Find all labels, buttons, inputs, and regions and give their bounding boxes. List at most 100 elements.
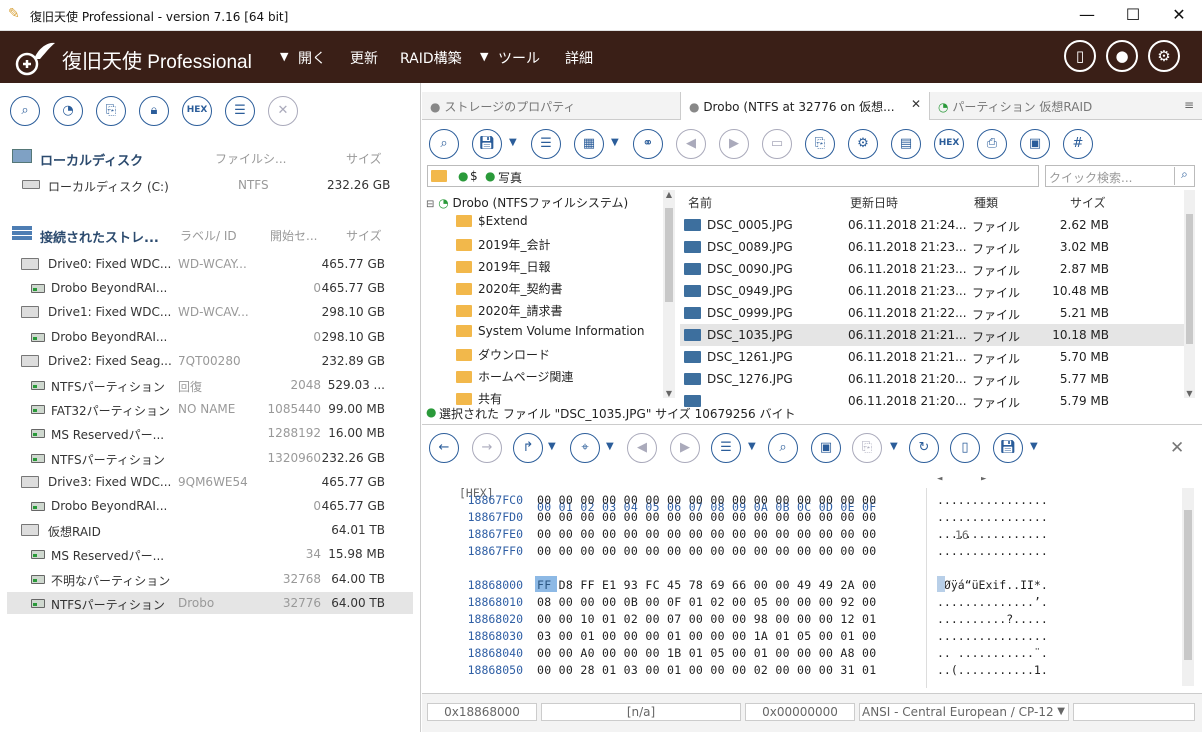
tab-menu-icon[interactable]: ≡ xyxy=(1184,98,1194,112)
column-label[interactable]: ラベル/ ID xyxy=(180,227,237,244)
bookmark-icon[interactable]: ⌖ xyxy=(570,433,600,463)
partition-row[interactable]: 不明なパーティション 32768 64.00 TB xyxy=(7,568,413,590)
bookmark-prev-icon[interactable]: ◀ xyxy=(627,433,657,463)
local-disk-row[interactable]: ローカルディスク (C:) NTFS 232.26 GB xyxy=(0,174,420,196)
column-date[interactable]: 更新日時 xyxy=(850,194,898,211)
drive-row[interactable]: Drive2: Fixed Seag... 7QT00280 232.89 GB xyxy=(7,350,413,372)
menu-raid[interactable]: RAID構築 xyxy=(400,48,462,68)
file-row[interactable]: DSC_0005.JPG 06.11.2018 21:24... ファイル 2.62 … xyxy=(680,214,1185,236)
refresh-icon[interactable]: ↻ xyxy=(909,433,939,463)
column-fs[interactable]: ファイルシ... xyxy=(215,150,286,167)
menu-tools-arrow-icon[interactable]: ▼ xyxy=(480,50,488,63)
chevron-down-icon[interactable]: ▼ xyxy=(1057,704,1065,720)
close-button[interactable]: ✕ xyxy=(1156,0,1202,31)
dropdown-arrow-icon[interactable]: ▼ xyxy=(1030,441,1038,452)
file-row[interactable]: DSC_1261.JPG 06.11.2018 21:21... ファイル 5.70 … xyxy=(680,346,1185,368)
prev-icon[interactable]: ◀ xyxy=(676,129,706,159)
back-icon[interactable]: ← xyxy=(429,433,459,463)
hash-icon[interactable]: # xyxy=(1063,129,1093,159)
tree-folder[interactable]: ホームページ関連 xyxy=(456,368,573,390)
tree-folder[interactable]: System Volume Information xyxy=(456,324,644,346)
tab-storage-properties[interactable]: ● ストレージのプロパティ xyxy=(422,92,680,120)
search-icon[interactable]: ⌕ xyxy=(429,129,459,159)
scroll-thumb[interactable] xyxy=(1186,214,1193,344)
menu-open-arrow-icon[interactable]: ▼ xyxy=(280,50,288,63)
maximize-button[interactable]: ☐ xyxy=(1110,0,1156,31)
quick-search-input[interactable]: クイック検索... ⌕ xyxy=(1045,165,1195,187)
partition-row[interactable]: MS Reservedパー... 1288192 16.00 MB xyxy=(7,422,413,444)
user-icon[interactable]: ● xyxy=(1106,40,1138,72)
copy-icon[interactable]: ⎘ xyxy=(852,433,882,463)
tree-root[interactable]: ⊟ ◔ Drobo (NTFSファイルシステム) xyxy=(426,194,628,216)
print-icon[interactable]: ⎙ xyxy=(977,129,1007,159)
menu-details[interactable]: 詳細 xyxy=(565,48,593,68)
partition-row[interactable]: NTFSパーティション 1320960 232.26 GB xyxy=(7,447,413,469)
panel-toggle-icon[interactable]: ▯ xyxy=(1064,40,1096,72)
save-icon[interactable]: 💾︎ xyxy=(993,433,1023,463)
file-icon[interactable]: ▤ xyxy=(891,129,921,159)
tree-scrollbar[interactable]: ▲ ▼ xyxy=(663,190,675,398)
dropdown-arrow-icon[interactable]: ▼ xyxy=(890,441,898,452)
list-icon[interactable]: ☰ xyxy=(225,96,255,126)
block-icon[interactable]: ▣ xyxy=(811,433,841,463)
goto-icon[interactable]: ↱ xyxy=(513,433,543,463)
value-field[interactable]: 0x00000000 xyxy=(745,703,855,721)
properties-icon[interactable]: ▣ xyxy=(1020,129,1050,159)
partition-row[interactable]: FAT32パーティション NO NAME 1085440 99.00 MB xyxy=(7,398,413,420)
partition-row[interactable]: NTFSパーティション Drobo 32776 64.00 TB xyxy=(7,591,413,614)
extra-field[interactable] xyxy=(1073,703,1195,721)
offset-field[interactable]: 0x18868000 xyxy=(427,703,537,721)
checklist-icon[interactable]: ☰ xyxy=(531,129,561,159)
search-icon[interactable]: ⌕ xyxy=(10,96,40,126)
panel-icon[interactable]: ▯ xyxy=(950,433,980,463)
partition-row[interactable]: Drobo BeyondRAI... 0 465.77 GB xyxy=(7,495,413,517)
save-icon[interactable]: 💾︎ xyxy=(472,129,502,159)
path-bar[interactable]: ● $ ● 写真 xyxy=(427,165,1039,187)
partition-row[interactable]: NTFSパーティション 回復 2048 529.03 ... xyxy=(7,374,413,396)
tab-close-icon[interactable]: ✕ xyxy=(911,97,921,111)
dropdown-arrow-icon[interactable]: ▼ xyxy=(548,441,556,452)
scroll-thumb[interactable] xyxy=(1184,510,1192,660)
export-icon[interactable]: ⎘ xyxy=(805,129,835,159)
collapse-icon[interactable]: ⊟ xyxy=(426,199,434,210)
menu-tools[interactable]: ツール xyxy=(498,48,540,68)
column-name[interactable]: 名前 xyxy=(688,194,712,211)
image-disk-icon[interactable]: ⎘ xyxy=(96,96,126,126)
tab-drobo[interactable]: ● Drobo (NTFS at 32776 on 仮想... ✕ xyxy=(680,92,930,120)
encoding-select[interactable]: ANSI - Central European / CP-12 ▼ xyxy=(859,703,1069,721)
path-root[interactable]: $ xyxy=(470,169,478,183)
partition-row[interactable]: MS Reservedパー... 34 15.98 MB xyxy=(7,543,413,565)
file-row[interactable]: DSC_1035.JPG 06.11.2018 21:21... ファイル 10.18… xyxy=(680,324,1185,346)
hex-scrollbar[interactable] xyxy=(1182,488,1194,686)
file-row[interactable]: DSC_0090.JPG 06.11.2018 21:23... ファイル 2.87 … xyxy=(680,258,1185,280)
page-next-icon[interactable]: ► xyxy=(981,474,986,484)
drive-row[interactable]: Drive0: Fixed WDC... WD-WCAY... 465.77 GB xyxy=(7,253,413,275)
view-dropdown-icon[interactable]: ▼ xyxy=(611,137,619,148)
partition-row[interactable]: Drobo BeyondRAI... 0 298.10 GB xyxy=(7,326,413,348)
column-size[interactable]: サイズ xyxy=(346,227,382,244)
file-row[interactable]: DSC_1276.JPG 06.11.2018 21:20... ファイル 5.77 … xyxy=(680,368,1185,390)
drive-row[interactable]: Drive3: Fixed WDC... 9QM6WE54 465.77 GB xyxy=(7,471,413,493)
drive-row[interactable]: 仮想RAID 64.01 TB xyxy=(7,519,413,541)
bookmark-next-icon[interactable]: ▶ xyxy=(670,433,700,463)
search-icon[interactable]: ⌕ xyxy=(1174,167,1194,185)
path-folder[interactable]: 写真 xyxy=(498,169,522,186)
drive-row[interactable]: Drive1: Fixed WDC... WD-WCAV... 298.10 GB xyxy=(7,301,413,323)
column-start[interactable]: 開始セ... xyxy=(270,227,317,244)
column-kind[interactable]: 種類 xyxy=(974,194,998,211)
hex-icon[interactable]: HEX xyxy=(934,129,964,159)
preview-icon[interactable]: ▭ xyxy=(762,129,792,159)
partition-row[interactable]: Drobo BeyondRAI... 0 465.77 GB xyxy=(7,277,413,299)
tree-folder[interactable]: 2019年_会計 xyxy=(456,236,551,258)
hex-icon[interactable]: HEX xyxy=(182,96,212,126)
scroll-down-icon[interactable]: ▼ xyxy=(663,389,675,398)
tree-folder[interactable]: 2020年_契約書 xyxy=(456,280,563,302)
tree-folder[interactable]: $Extend xyxy=(456,214,528,236)
search-icon[interactable]: ⌕ xyxy=(768,433,798,463)
selection-field[interactable]: [n/a] xyxy=(541,703,741,721)
forward-icon[interactable]: → xyxy=(472,433,502,463)
scroll-up-icon[interactable]: ▲ xyxy=(663,190,675,199)
view-icon[interactable]: ▦ xyxy=(574,129,604,159)
scroll-thumb[interactable] xyxy=(665,208,673,302)
recover-icon[interactable]: ⚙ xyxy=(848,129,878,159)
